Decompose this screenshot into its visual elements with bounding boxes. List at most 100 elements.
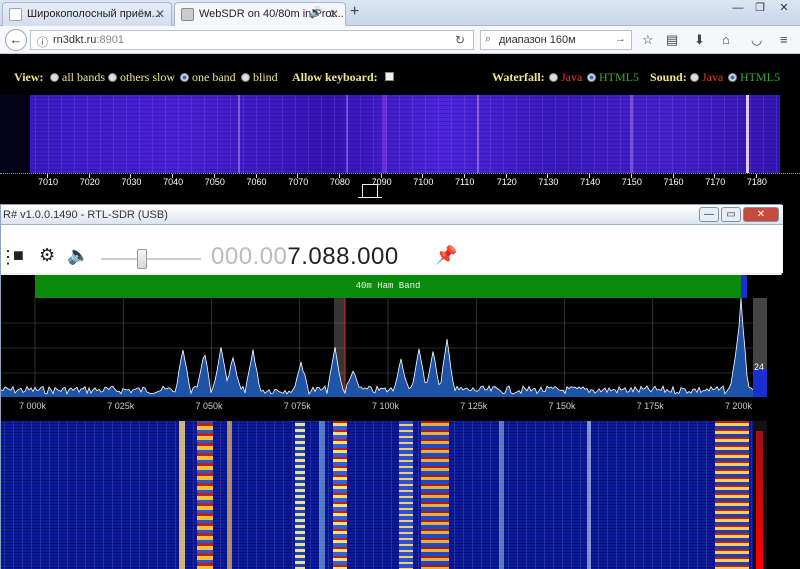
signal-trace xyxy=(630,95,633,173)
pin-icon[interactable]: 📌 xyxy=(435,245,457,266)
axis-label: 7 100k xyxy=(372,401,400,411)
scale-tick-label: 7110 xyxy=(455,177,475,187)
axis-label: 7 175k xyxy=(636,401,664,411)
scale-tick-label: 7030 xyxy=(121,177,142,187)
view-label: View: xyxy=(14,70,44,84)
url-bar[interactable]: ⓘ rn3dkt.ru:8901 ↻ xyxy=(30,30,474,50)
radio-selected-icon xyxy=(180,73,189,82)
view-option-blind[interactable]: blind xyxy=(241,70,278,85)
signal-band xyxy=(587,421,591,569)
radio-icon xyxy=(241,73,250,82)
page-favicon-icon xyxy=(9,8,22,21)
sdr-toolbar: ⋮ ■ ⚙ 🔈 000.007.088.000 📌 xyxy=(0,225,783,273)
axis-label: 7 125k xyxy=(460,401,488,411)
signal-trace xyxy=(477,95,479,173)
window-close-icon[interactable]: ✕ xyxy=(743,207,779,222)
screen: Широкополосный приём... ✕ WebSDR on 40/8… xyxy=(0,0,800,569)
spectrum-plot[interactable] xyxy=(1,298,753,397)
sound-java-option[interactable]: Java xyxy=(690,70,723,85)
signal-trace xyxy=(238,95,240,173)
signal-band xyxy=(333,421,347,569)
gauge-fill xyxy=(753,369,767,397)
view-option-others-slow[interactable]: others slow xyxy=(108,70,175,85)
tab-wideband[interactable]: Широкополосный приём... ✕ xyxy=(2,2,172,26)
stop-icon[interactable]: ■ xyxy=(13,245,24,266)
level-bar xyxy=(756,431,763,569)
waterfall-java-option[interactable]: Java xyxy=(549,70,582,85)
scale-tick-label: 7180 xyxy=(746,177,767,187)
maximize-icon[interactable]: ▭ xyxy=(721,207,741,222)
tab-title: Широкополосный приём... xyxy=(27,8,161,20)
band-plan-bar: 40m Ham Band xyxy=(35,275,741,298)
spectrum-fill xyxy=(1,298,753,397)
reader-icon[interactable]: ▤ xyxy=(666,32,678,48)
waterfall-margin xyxy=(0,95,30,173)
info-icon[interactable]: ⓘ xyxy=(37,34,48,50)
passband-marker[interactable] xyxy=(358,184,382,198)
radio-selected-icon xyxy=(587,73,596,82)
spectrum-area: 40m Ham Band 24 7 000k 7 025k 7 050k 7 075k… xyxy=(1,275,783,569)
minimize-icon[interactable]: — xyxy=(726,0,750,18)
websdr-frequency-scale[interactable]: 7010 7020 7030 7040 7050 7060 7070 7080 7090 7100… xyxy=(0,173,800,204)
axis-label: 7 025k xyxy=(107,401,135,411)
home-icon[interactable]: ⌂ xyxy=(722,32,730,47)
allow-keyboard-checkbox[interactable] xyxy=(385,72,394,81)
download-icon[interactable]: ⬇ xyxy=(694,32,705,48)
scale-tick-label: 7130 xyxy=(538,177,559,187)
waterfall-html5-option[interactable]: HTML5 xyxy=(587,70,639,85)
scale-tick-label: 7020 xyxy=(79,177,100,187)
arrow-left-icon: ← xyxy=(9,32,23,47)
speaker-icon[interactable]: 🔈 xyxy=(67,245,89,266)
websdr-waterfall[interactable] xyxy=(30,95,780,173)
page-favicon-icon xyxy=(181,8,194,21)
waterfall-label: Waterfall: xyxy=(492,70,545,84)
websdr-page: View: all bands others slow one band bli… xyxy=(0,54,800,204)
frequency-axis: 7 000k 7 025k 7 050k 7 075k 7 100k 7 125k 7 15… xyxy=(1,397,783,417)
option-label: HTML5 xyxy=(740,70,780,84)
signal-band xyxy=(319,421,325,569)
contrast-gauge[interactable]: 24 xyxy=(753,298,767,397)
close-icon[interactable]: ✕ xyxy=(329,7,339,21)
restore-icon[interactable]: ❐ xyxy=(748,0,772,18)
browser-tab-bar: Широкополосный приём... ✕ WebSDR on 40/8… xyxy=(0,0,800,27)
axis-label: 7 000k xyxy=(19,401,47,411)
window-close-icon[interactable]: ✕ xyxy=(772,0,796,18)
scale-tick-label: 7120 xyxy=(496,177,517,187)
scale-tick-label: 7010 xyxy=(38,177,59,187)
view-option-one-band[interactable]: one band xyxy=(180,70,236,85)
frequency-display[interactable]: 000.007.088.000 xyxy=(211,243,399,271)
sound-label: Sound: xyxy=(650,70,687,84)
reload-icon[interactable]: ↻ xyxy=(455,33,465,47)
search-box[interactable]: ⌕ диапазон 160м → xyxy=(480,30,632,50)
sound-html5-option[interactable]: HTML5 xyxy=(728,70,780,85)
sdr-waterfall[interactable] xyxy=(1,421,753,569)
speaker-icon[interactable]: 🔊 xyxy=(309,6,323,19)
window-title: R# v1.0.0.1490 - RTL-SDR (USB) xyxy=(3,209,168,221)
menu-icon[interactable]: ≡ xyxy=(780,32,788,47)
scale-tick-label: 7080 xyxy=(329,177,350,187)
option-label: blind xyxy=(253,70,278,84)
view-option-all-bands[interactable]: all bands xyxy=(50,70,105,85)
url-port: :8901 xyxy=(96,34,124,46)
minimize-icon[interactable]: — xyxy=(699,207,719,222)
tab-websdr[interactable]: WebSDR on 40/80m in Prot... 🔊 ✕ xyxy=(174,2,346,27)
signal-trace xyxy=(346,95,348,173)
axis-label: 7 075k xyxy=(283,401,311,411)
star-icon[interactable]: ☆ xyxy=(642,32,654,48)
scale-tick-label: 7150 xyxy=(621,177,642,187)
radio-icon xyxy=(690,73,699,82)
close-icon[interactable]: ✕ xyxy=(155,7,165,21)
signal-band xyxy=(715,421,749,569)
volume-slider[interactable] xyxy=(101,258,201,260)
arrow-right-icon[interactable]: → xyxy=(615,33,626,45)
gear-icon[interactable]: ⚙ xyxy=(39,245,55,266)
back-button[interactable]: ← xyxy=(5,29,27,51)
waterfall-level-scale[interactable] xyxy=(753,421,767,569)
frequency-digits: 7.088.000 xyxy=(287,243,399,270)
signal-trace xyxy=(746,95,749,173)
pocket-icon[interactable]: ◡ xyxy=(751,32,762,48)
option-label: others slow xyxy=(120,70,175,84)
new-tab-button[interactable]: + xyxy=(350,3,359,21)
axis-label: 7 150k xyxy=(548,401,576,411)
volume-slider-thumb[interactable] xyxy=(137,249,147,269)
